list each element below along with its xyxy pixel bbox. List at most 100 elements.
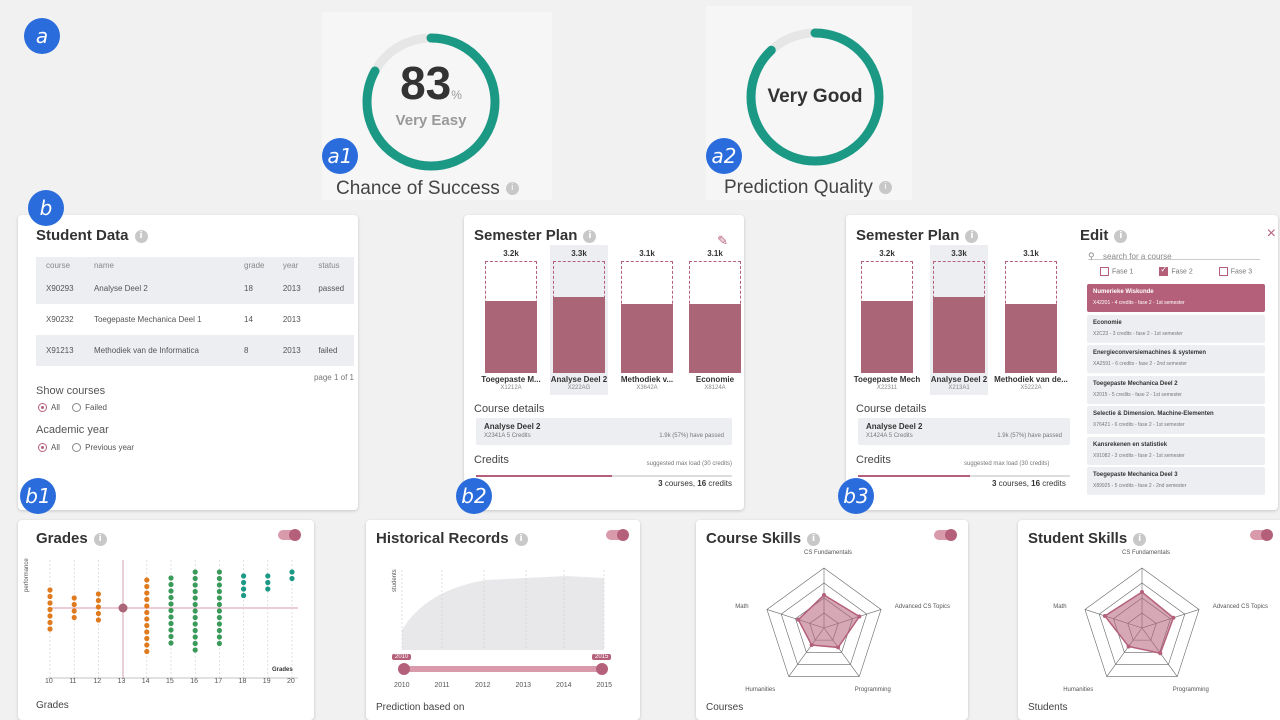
bar-fill [1005, 303, 1057, 373]
table-cell: Toegepaste Mechanica Deel 1 [93, 315, 202, 324]
fase-1-checkbox[interactable] [1100, 267, 1109, 276]
info-icon[interactable]: i [93, 532, 107, 546]
radar-axis-label: Programming [854, 687, 891, 694]
course-list-item[interactable]: Toegepaste Mechanica Deel 3 X89925 - 5 cr… [1087, 467, 1265, 495]
course-list-item[interactable]: Energieconversiemachines & systemen XA259… [1087, 345, 1265, 373]
course-skills-radar [766, 567, 882, 677]
table-row[interactable]: X91213 Methodiek van de Informatica 8 20… [36, 335, 354, 366]
fase-2-checkbox[interactable] [1159, 265, 1169, 276]
course-bar[interactable]: 3.1k Methodiek v... X3642A [618, 245, 676, 395]
skill-point [836, 645, 841, 650]
info-icon[interactable]: i [965, 229, 979, 243]
column-header[interactable]: year [272, 257, 309, 273]
table-header: course name grade year status [36, 257, 354, 273]
grade-point [144, 622, 150, 629]
course-list-item[interactable]: Kansrekenen en statistiek X91082 - 3 cred… [1087, 436, 1265, 465]
column-header[interactable]: name [83, 257, 234, 273]
grade-point [71, 595, 77, 601]
grades-tick: 10 [45, 678, 53, 685]
checkbox-label: Fase 2 [1171, 268, 1193, 276]
course-bar[interactable]: 3.1k Methodiek van de... X5222A [994, 245, 1068, 395]
info-icon[interactable]: i [583, 229, 597, 243]
credits-note: suggested max load (30 credits) [646, 461, 732, 467]
grade-point [168, 588, 174, 594]
course-list-item[interactable]: Numerieke Wiskunde X42201 - 4 credits - f… [1087, 284, 1265, 312]
bar-value: 3.1k [1023, 249, 1039, 258]
range-end-label: 2015 [592, 654, 612, 660]
info-icon[interactable]: i [1133, 532, 1147, 546]
radio-failed[interactable] [72, 403, 82, 413]
records-area [402, 576, 604, 650]
bar-fill [621, 303, 673, 373]
table-cell [308, 304, 354, 335]
range-handle-end[interactable] [596, 663, 608, 675]
course-list-item[interactable]: Toegepaste Mechanica Deel 2 X2015 - 5 cre… [1087, 375, 1265, 404]
grades-tick: 19 [262, 678, 271, 685]
bar-course-name: Toegepaste M... [481, 375, 541, 384]
year-tick: 2014 [556, 682, 572, 689]
course-list-item[interactable]: Selectie & Dimension. Machine-Elementen X… [1087, 406, 1265, 434]
student-grade-marker[interactable] [118, 603, 128, 613]
course-bar[interactable]: 3.3k Analyse Deel 2 X213A1 [930, 245, 988, 395]
grades-tick: 11 [69, 678, 77, 685]
course-detail-box[interactable]: Analyse Deel 2 X2341A 5 Credits 1.9k (57… [476, 418, 732, 445]
badge-b1: b1 [20, 478, 56, 514]
range-start-label: 2010 [392, 654, 412, 660]
close-icon[interactable]: × [1267, 225, 1276, 243]
column-header[interactable]: course [36, 257, 84, 273]
grades-tick: 13 [117, 678, 126, 685]
badge-b: b [28, 190, 64, 226]
course-bar[interactable]: 3.3k Analyse Deel 2 X222AG [550, 245, 608, 395]
credits-label: Credits [474, 454, 509, 466]
bar-course-name: Methodiek v... [620, 375, 674, 384]
bar-fill [933, 296, 985, 373]
success-value: 83% [322, 56, 540, 110]
credits-bar [476, 475, 732, 477]
radar-axis-label: Humanities [1063, 687, 1094, 694]
info-icon[interactable]: i [514, 532, 528, 546]
course-bar[interactable]: 3.1k Economie X8124A [686, 245, 744, 395]
course-bar[interactable]: 3.2k Toegepaste Mech X22311 [854, 245, 921, 395]
grade-point [168, 575, 174, 581]
column-header[interactable]: status [308, 257, 354, 273]
grade-point [192, 595, 198, 601]
radio-all[interactable] [38, 403, 47, 413]
year-range-slider[interactable] [402, 666, 604, 672]
grade-point [168, 581, 174, 588]
course-detail-box[interactable]: Analyse Deel 2 X1424A 5 Credits 1.9k (57… [858, 418, 1070, 445]
skill-point [822, 593, 826, 597]
course-skills-toggle[interactable] [934, 529, 957, 541]
info-icon[interactable]: i [134, 229, 148, 243]
radio-previous-year[interactable] [72, 443, 82, 453]
historical-toggle[interactable] [606, 529, 629, 541]
badge-a: a [24, 18, 60, 54]
search-input-placeholder[interactable]: search for a course [1103, 252, 1171, 261]
radio-all-years[interactable] [38, 443, 47, 453]
range-handle-start[interactable] [398, 663, 410, 675]
course-list-item[interactable]: Economie X2C23 - 3 credits - fase 2 - 1st… [1087, 314, 1265, 343]
table-row[interactable]: X90232 Toegepaste Mechanica Deel 1 14 20… [36, 304, 354, 335]
historical-title: Historical Records i [376, 530, 528, 547]
course-skills-card: Course Skills i Courses CS Fundamentals Ad… [696, 520, 968, 720]
search-field[interactable]: ⚲ search for a course [1088, 246, 1260, 261]
column-header[interactable]: grade [234, 257, 273, 273]
radar-axis-label: Math [735, 603, 749, 610]
student-skills-toggle[interactable] [1250, 529, 1273, 541]
grades-toggle[interactable] [278, 529, 301, 541]
info-icon[interactable]: i [878, 181, 892, 195]
info-icon[interactable]: i [807, 532, 821, 546]
grade-point [144, 635, 150, 642]
grade-point [192, 582, 198, 588]
info-icon[interactable]: i [505, 182, 519, 196]
radar-axis-label: CS Fundamentals [804, 550, 853, 556]
course-bar[interactable]: 3.2k Toegepaste M... X1212A [481, 245, 540, 395]
grades-tick: 18 [238, 678, 247, 685]
fase-3-checkbox[interactable] [1218, 267, 1228, 276]
bar-course-name: Toegepaste Mech [853, 375, 921, 384]
course-details-label: Course details [474, 403, 545, 415]
grade-point [144, 616, 150, 622]
table-cell: 2013 [282, 315, 301, 324]
table-row[interactable]: X90293 Analyse Deel 2 18 2013 passed [36, 273, 354, 304]
grade-point [71, 601, 77, 608]
info-icon[interactable]: i [1114, 229, 1128, 243]
